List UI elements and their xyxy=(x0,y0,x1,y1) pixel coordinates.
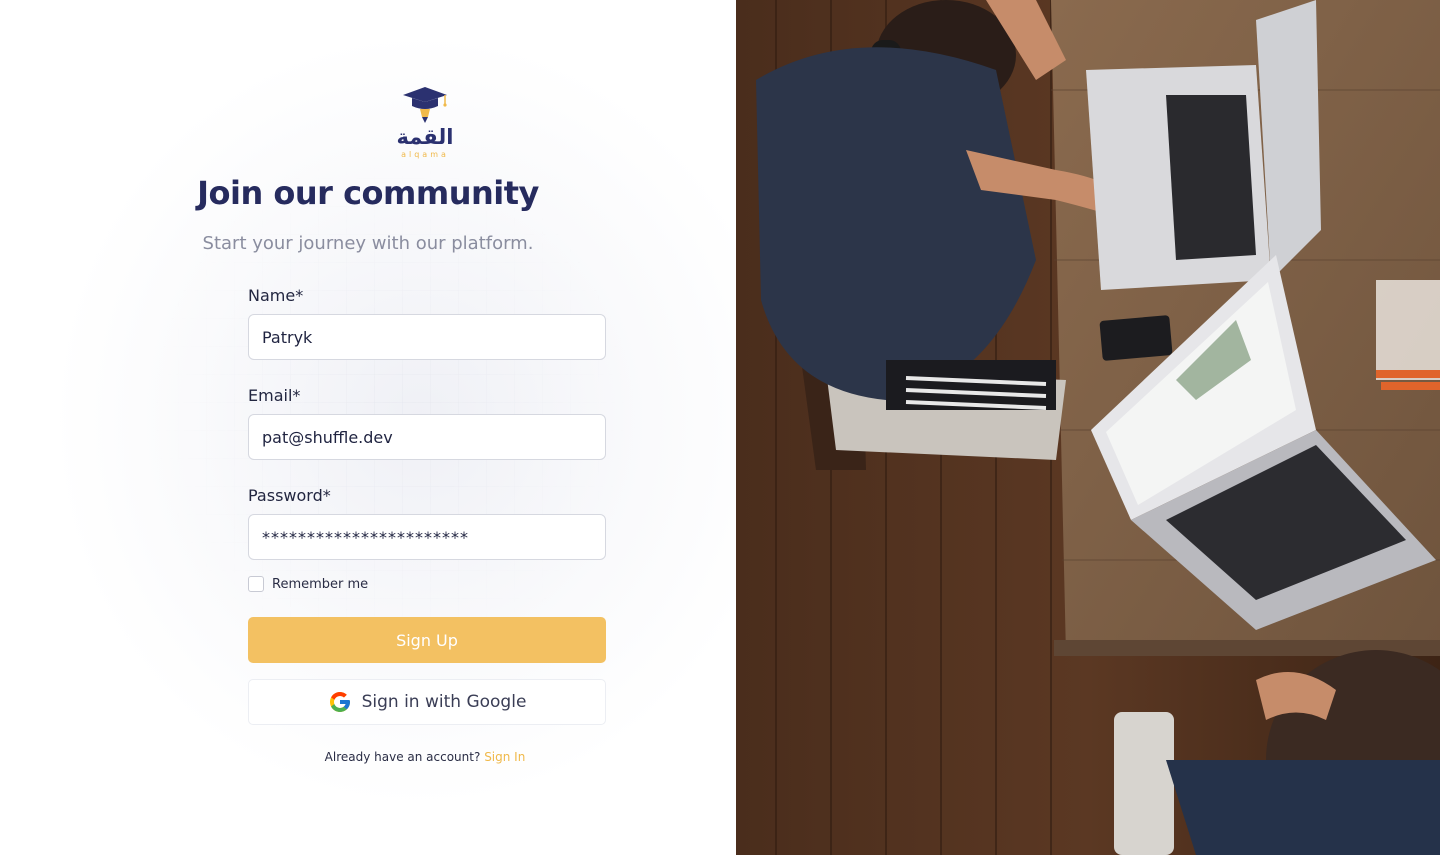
name-input[interactable] xyxy=(248,314,606,360)
page-title: Join our community xyxy=(197,174,539,212)
signup-button[interactable]: Sign Up xyxy=(248,617,606,663)
google-signin-label: Sign in with Google xyxy=(361,692,527,712)
password-input[interactable] xyxy=(248,514,606,560)
password-label: Password* xyxy=(248,486,331,505)
already-text: Already have an account? xyxy=(324,750,481,764)
logo-latin-text: alqama xyxy=(401,150,449,159)
background-grid xyxy=(150,150,630,670)
brand-logo[interactable]: القمة alqama xyxy=(395,86,459,160)
signin-link[interactable]: Sign In xyxy=(484,750,525,764)
form-panel: القمة alqama Join our community Start yo… xyxy=(0,0,736,855)
remember-me[interactable]: Remember me xyxy=(248,576,368,592)
google-icon xyxy=(328,690,352,714)
graduation-cap-logo-icon: القمة alqama xyxy=(396,87,454,159)
email-label: Email* xyxy=(248,386,301,405)
google-signin-button[interactable]: Sign in with Google xyxy=(248,679,606,725)
hero-image xyxy=(736,0,1440,855)
remember-label: Remember me xyxy=(272,576,369,592)
name-label: Name* xyxy=(248,286,304,305)
email-input[interactable] xyxy=(248,414,606,460)
logo-arabic-text: القمة xyxy=(396,125,453,149)
remember-checkbox[interactable] xyxy=(248,576,264,592)
signin-prompt: Already have an account? Sign In xyxy=(0,750,736,764)
photo-people-laptops-icon xyxy=(736,0,1440,855)
signup-page: القمة alqama Join our community Start yo… xyxy=(0,0,1440,855)
page-subtitle: Start your journey with our platform. xyxy=(202,233,534,254)
